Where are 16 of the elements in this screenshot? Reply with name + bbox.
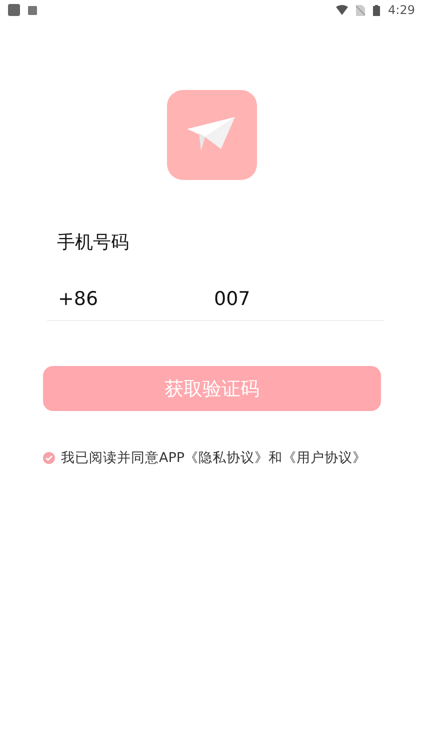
country-code[interactable]: +86 <box>58 288 214 310</box>
phone-number: 007 <box>214 288 250 310</box>
user-agreement-link[interactable]: 《用户协议》 <box>282 450 367 466</box>
privacy-link[interactable]: 《隐私协议》 <box>184 450 269 466</box>
app-notification-icon <box>8 4 20 16</box>
wifi-icon <box>336 5 348 15</box>
phone-label: 手机号码 <box>57 231 130 254</box>
clock-time: 4:29 <box>388 3 415 17</box>
phone-field[interactable]: +86 007 <box>47 288 384 321</box>
paper-plane-icon <box>186 117 236 153</box>
agreement-text: 我已阅读并同意APP《隐私协议》和《用户协议》 <box>61 449 367 467</box>
no-sim-icon <box>356 4 366 16</box>
notification-icon <box>28 6 37 14</box>
agree-checkbox[interactable] <box>43 452 55 464</box>
check-icon <box>45 455 53 461</box>
battery-icon <box>373 4 380 16</box>
